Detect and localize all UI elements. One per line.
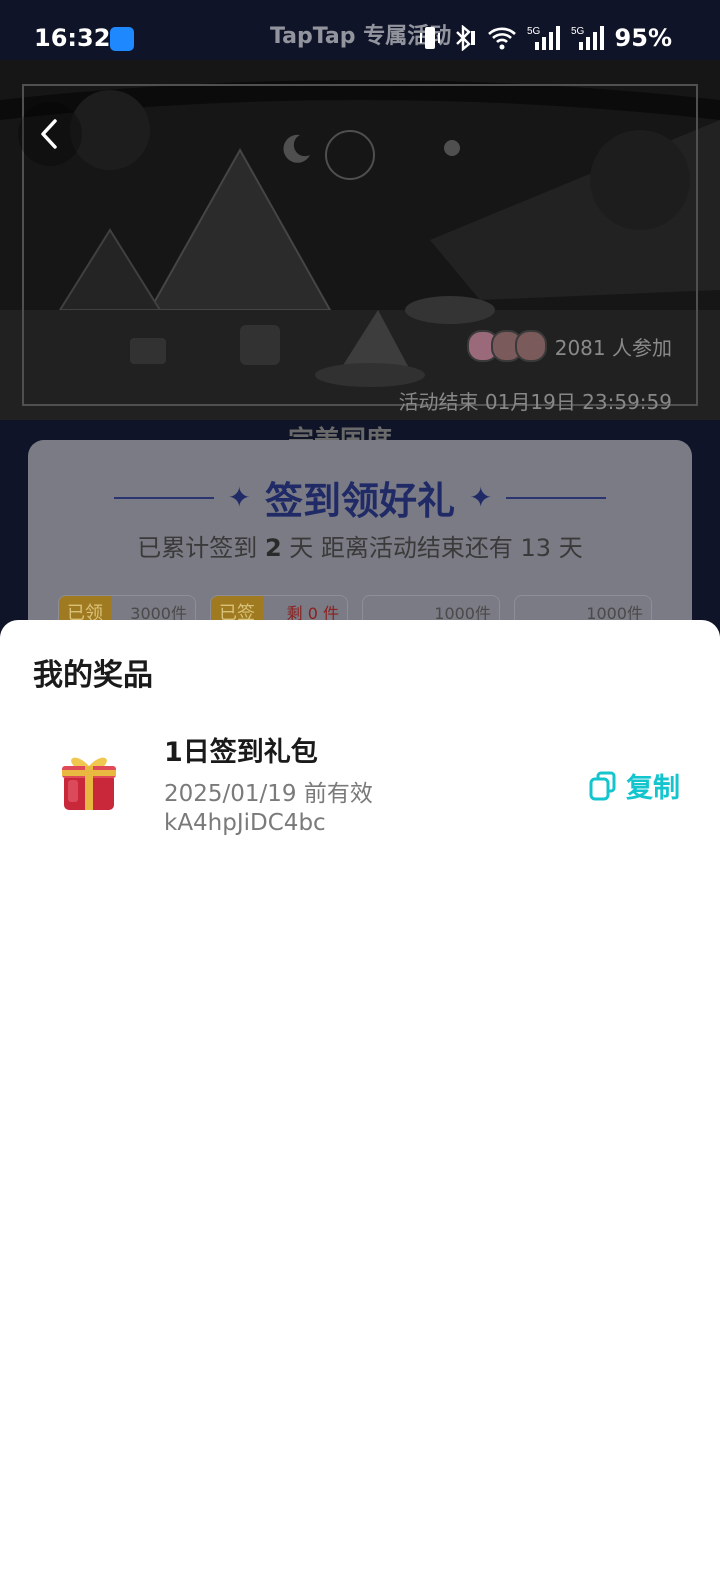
battery-level: 95% (614, 24, 672, 52)
copy-label: 复制 (626, 773, 680, 804)
gift-icon (62, 757, 116, 810)
summary-suffix: 天 距离活动结束还有 13 天 (281, 534, 583, 562)
checkin-summary: 已累计签到 2 天 距离活动结束还有 13 天 (28, 528, 692, 563)
svg-text:5G: 5G (527, 26, 541, 37)
app-notification-icon (110, 27, 134, 51)
avatar (514, 330, 547, 362)
sparkle-icon: ✦ (227, 481, 251, 514)
status-icons: 5G 5G 95% (419, 24, 672, 52)
bluetooth-icon (455, 25, 475, 51)
prize-validity: 2025/01/19 前有效 (164, 781, 373, 807)
status-time: 16:32 (34, 24, 111, 52)
wifi-icon (487, 27, 516, 50)
participants-label: 2081 人参加 (554, 335, 672, 360)
chevron-left-icon (41, 119, 57, 149)
my-prizes-sheet: 我的奖品 1日签到礼包 2025/01/19 前有效 kA4hpJiDC4bc … (0, 620, 720, 1584)
divider (113, 496, 214, 499)
checkin-title-row: ✦ 签到领好礼 ✦ (28, 470, 692, 525)
divider (506, 496, 607, 499)
copy-icon (589, 771, 616, 800)
vibrate-icon (419, 27, 440, 49)
page-background: 2081 人参加 活动结束 01月19日 23:59:59 完美国度 ✦ 签到领… (0, 0, 720, 640)
copy-button[interactable]: 复制 (588, 766, 680, 805)
sheet-title: 我的奖品 (33, 658, 153, 693)
prize-name: 1日签到礼包 (164, 737, 318, 768)
prize-item: 1日签到礼包 2025/01/19 前有效 kA4hpJiDC4bc 复制 (0, 720, 720, 850)
svg-text:5G: 5G (571, 26, 585, 37)
summary-prefix: 已累计签到 (137, 534, 265, 562)
status-bar: 16:32 TapTap 专属活动 5G 5G 95% (0, 0, 720, 80)
checkin-card: ✦ 签到领好礼 ✦ 已累计签到 2 天 距离活动结束还有 13 天 已领 300… (28, 440, 692, 640)
participant-avatars (466, 330, 547, 362)
event-end-time: 活动结束 01月19日 23:59:59 (398, 390, 672, 414)
redeem-code: kA4hpJiDC4bc (164, 810, 326, 836)
sparkle-icon: ✦ (469, 481, 493, 514)
signal-5g-icon: 5G (527, 26, 560, 50)
days-signed: 2 (264, 534, 282, 562)
participants-count: 2081 人参加 (466, 330, 672, 362)
checkin-title: 签到领好礼 (264, 479, 455, 523)
signal-5g-icon: 5G (571, 26, 604, 50)
back-button[interactable] (18, 102, 82, 166)
